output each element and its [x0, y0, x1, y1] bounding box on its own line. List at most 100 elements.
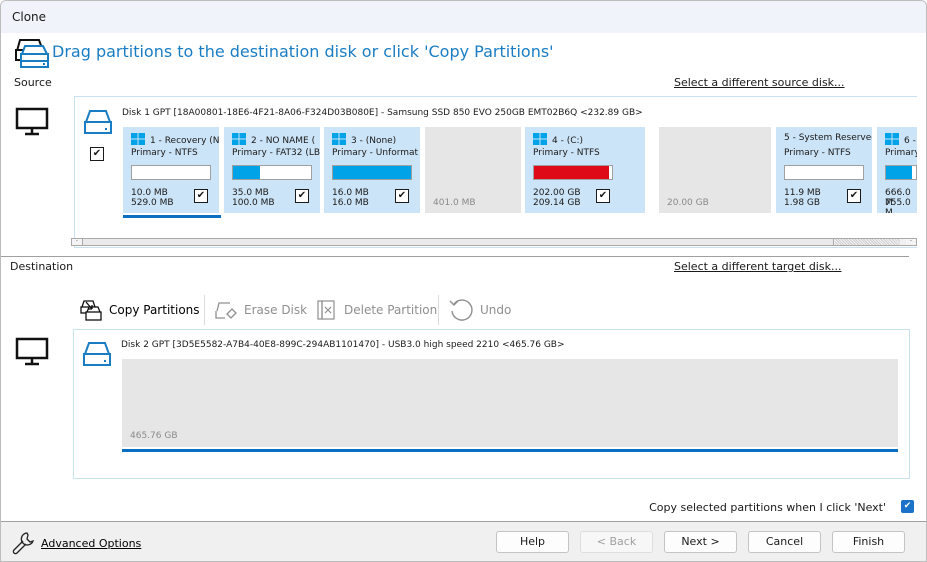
- computer-icon: [15, 337, 49, 366]
- usage-fill: [534, 166, 610, 179]
- disk-icon: [83, 342, 111, 366]
- partition-type: Primary - NTFS: [131, 148, 198, 158]
- windows-logo-icon: [885, 133, 899, 145]
- partition-usage-bar: [784, 165, 864, 180]
- partition-total: 529.0 MB: [131, 198, 174, 208]
- partition-name: 6 -: [885, 133, 916, 146]
- copy-partitions-label: Copy Partitions: [109, 303, 200, 317]
- partition-used: 202.00 GB: [533, 188, 581, 198]
- source-label: Source: [14, 76, 52, 89]
- usage-fill: [333, 166, 411, 179]
- instruction-heading: Drag partitions to the destination disk …: [52, 42, 554, 61]
- destination-selection-indicator: [122, 449, 898, 452]
- partition-name: 5 - System Reservec: [784, 133, 872, 143]
- section-divider: [1, 256, 909, 257]
- windows-logo-icon: [332, 133, 346, 145]
- unallocated-partition[interactable]: 401.0 MB: [425, 127, 521, 213]
- partition-block[interactable]: 6 - Primary 666.0 M 755.0 M: [877, 127, 917, 213]
- partition-name-text: 2 - NO NAME (: [251, 136, 316, 146]
- erase-disk-button[interactable]: Erase Disk: [214, 295, 307, 325]
- usage-fill: [233, 166, 261, 179]
- partition-usage-bar: [332, 165, 412, 180]
- undo-label: Undo: [480, 303, 512, 317]
- clone-disks-icon: [15, 39, 49, 68]
- next-button[interactable]: Next >: [664, 531, 737, 553]
- partition-total: 755.0 M: [885, 198, 911, 213]
- partition-name-text: 3 - (None): [351, 136, 397, 146]
- source-disk-checkbox[interactable]: ✔: [90, 147, 104, 161]
- partition-total: 16.0 MB: [332, 198, 369, 208]
- undo-button[interactable]: Undo: [448, 295, 511, 325]
- partition-total: 1.98 GB: [784, 198, 821, 208]
- partition-type: Primary: [885, 148, 917, 158]
- scrollbar-thumb[interactable]: [82, 239, 834, 245]
- source-horizontal-scrollbar[interactable]: · ·: [71, 238, 917, 246]
- partition-block[interactable]: 1 - Recovery (N Primary - NTFS 10.0 MB 529.…: [123, 127, 219, 213]
- select-target-disk-link[interactable]: Select a different target disk...: [674, 260, 841, 273]
- toolbar-separator: [438, 295, 439, 325]
- window-title: Clone: [12, 10, 47, 24]
- usage-fill: [886, 166, 913, 179]
- back-button[interactable]: < Back: [580, 531, 653, 553]
- partition-checkbox[interactable]: ✔: [847, 189, 861, 203]
- partition-block[interactable]: 3 - (None) Primary - Unformat 16.0 MB 16.0 …: [324, 127, 420, 213]
- unallocated-partition[interactable]: 20.00 GB: [659, 127, 771, 213]
- erase-disk-icon: [215, 302, 237, 319]
- selected-partition-indicator: [123, 215, 221, 218]
- finish-button[interactable]: Finish: [832, 531, 905, 553]
- partition-checkbox[interactable]: ✔: [295, 189, 309, 203]
- partition-usage-bar: [232, 165, 312, 180]
- partition-usage-bar: [533, 165, 613, 180]
- windows-logo-icon: [232, 133, 246, 145]
- windows-logo-icon: [131, 133, 145, 145]
- partition-name-text: 6 -: [904, 136, 916, 146]
- partition-used: 35.0 MB: [232, 188, 269, 198]
- partition-size: 401.0 MB: [433, 198, 476, 208]
- partition-used: 16.0 MB: [332, 188, 369, 198]
- select-source-disk-link[interactable]: Select a different source disk...: [674, 76, 845, 89]
- source-disk-panel: ✔ Disk 1 GPT [18A00801-18E6-4F21-8A06-F3…: [74, 96, 917, 248]
- partition-name: 1 - Recovery (N: [131, 133, 219, 146]
- partition-type: Primary - FAT32 (LB: [232, 148, 320, 158]
- advanced-options-link[interactable]: Advanced Options: [11, 530, 141, 556]
- partition-checkbox[interactable]: ✔: [194, 189, 208, 203]
- partition-name-text: 5 - System Reservec: [784, 133, 872, 143]
- erase-disk-label: Erase Disk: [244, 303, 308, 317]
- scroll-left-button[interactable]: ·: [72, 239, 82, 245]
- partition-checkbox[interactable]: ✔: [395, 189, 409, 203]
- scroll-right-button[interactable]: ·: [906, 239, 916, 245]
- disk-icon: [84, 110, 112, 134]
- partition-type: Primary - NTFS: [784, 148, 851, 158]
- clone-dialog: Clone Drag partitions to the destination…: [0, 0, 927, 562]
- unallocated-size: 465.76 GB: [130, 431, 178, 441]
- advanced-options-label: Advanced Options: [41, 536, 142, 550]
- delete-partition-label: Delete Partition: [344, 303, 438, 317]
- partition-total: 209.14 GB: [533, 198, 581, 208]
- partition-type: Primary - NTFS: [533, 148, 600, 158]
- partition-total: 100.0 MB: [232, 198, 275, 208]
- undo-icon: [449, 299, 473, 321]
- title-bar: Clone: [1, 1, 926, 33]
- cancel-button[interactable]: Cancel: [748, 531, 821, 553]
- delete-partition-button[interactable]: Delete Partition: [316, 295, 437, 325]
- partition-size: 20.00 GB: [667, 198, 709, 208]
- dialog-footer: Advanced Options Help < Back Next > Canc…: [1, 521, 926, 561]
- wrench-icon: [12, 532, 35, 555]
- partition-checkbox[interactable]: ✔: [596, 189, 610, 203]
- destination-disk-panel: Disk 2 GPT [3D5E5582-A7B4-40E8-899C-294A…: [73, 329, 910, 479]
- partition-block[interactable]: 5 - System Reservec Primary - NTFS 11.9 MB…: [776, 127, 872, 213]
- copy-on-next-checkbox[interactable]: ✔: [901, 500, 914, 513]
- copy-partitions-icon: [80, 300, 102, 321]
- partition-usage-bar: [885, 165, 917, 180]
- destination-unallocated-space[interactable]: 465.76 GB: [122, 359, 898, 447]
- partition-name: 4 - (C:): [533, 133, 583, 146]
- help-button[interactable]: Help: [496, 531, 569, 553]
- delete-partition-icon: [317, 300, 335, 320]
- computer-icon: [15, 107, 49, 136]
- partition-block[interactable]: 2 - NO NAME ( Primary - FAT32 (LB 35.0 MB 1…: [224, 127, 320, 213]
- partition-name: 3 - (None): [332, 133, 396, 146]
- scrollbar-track[interactable]: [835, 239, 900, 245]
- copy-partitions-button[interactable]: Copy Partitions: [79, 295, 200, 325]
- partition-used: 11.9 MB: [784, 188, 821, 198]
- partition-block[interactable]: 4 - (C:) Primary - NTFS 202.00 GB 209.14 GB…: [525, 127, 645, 213]
